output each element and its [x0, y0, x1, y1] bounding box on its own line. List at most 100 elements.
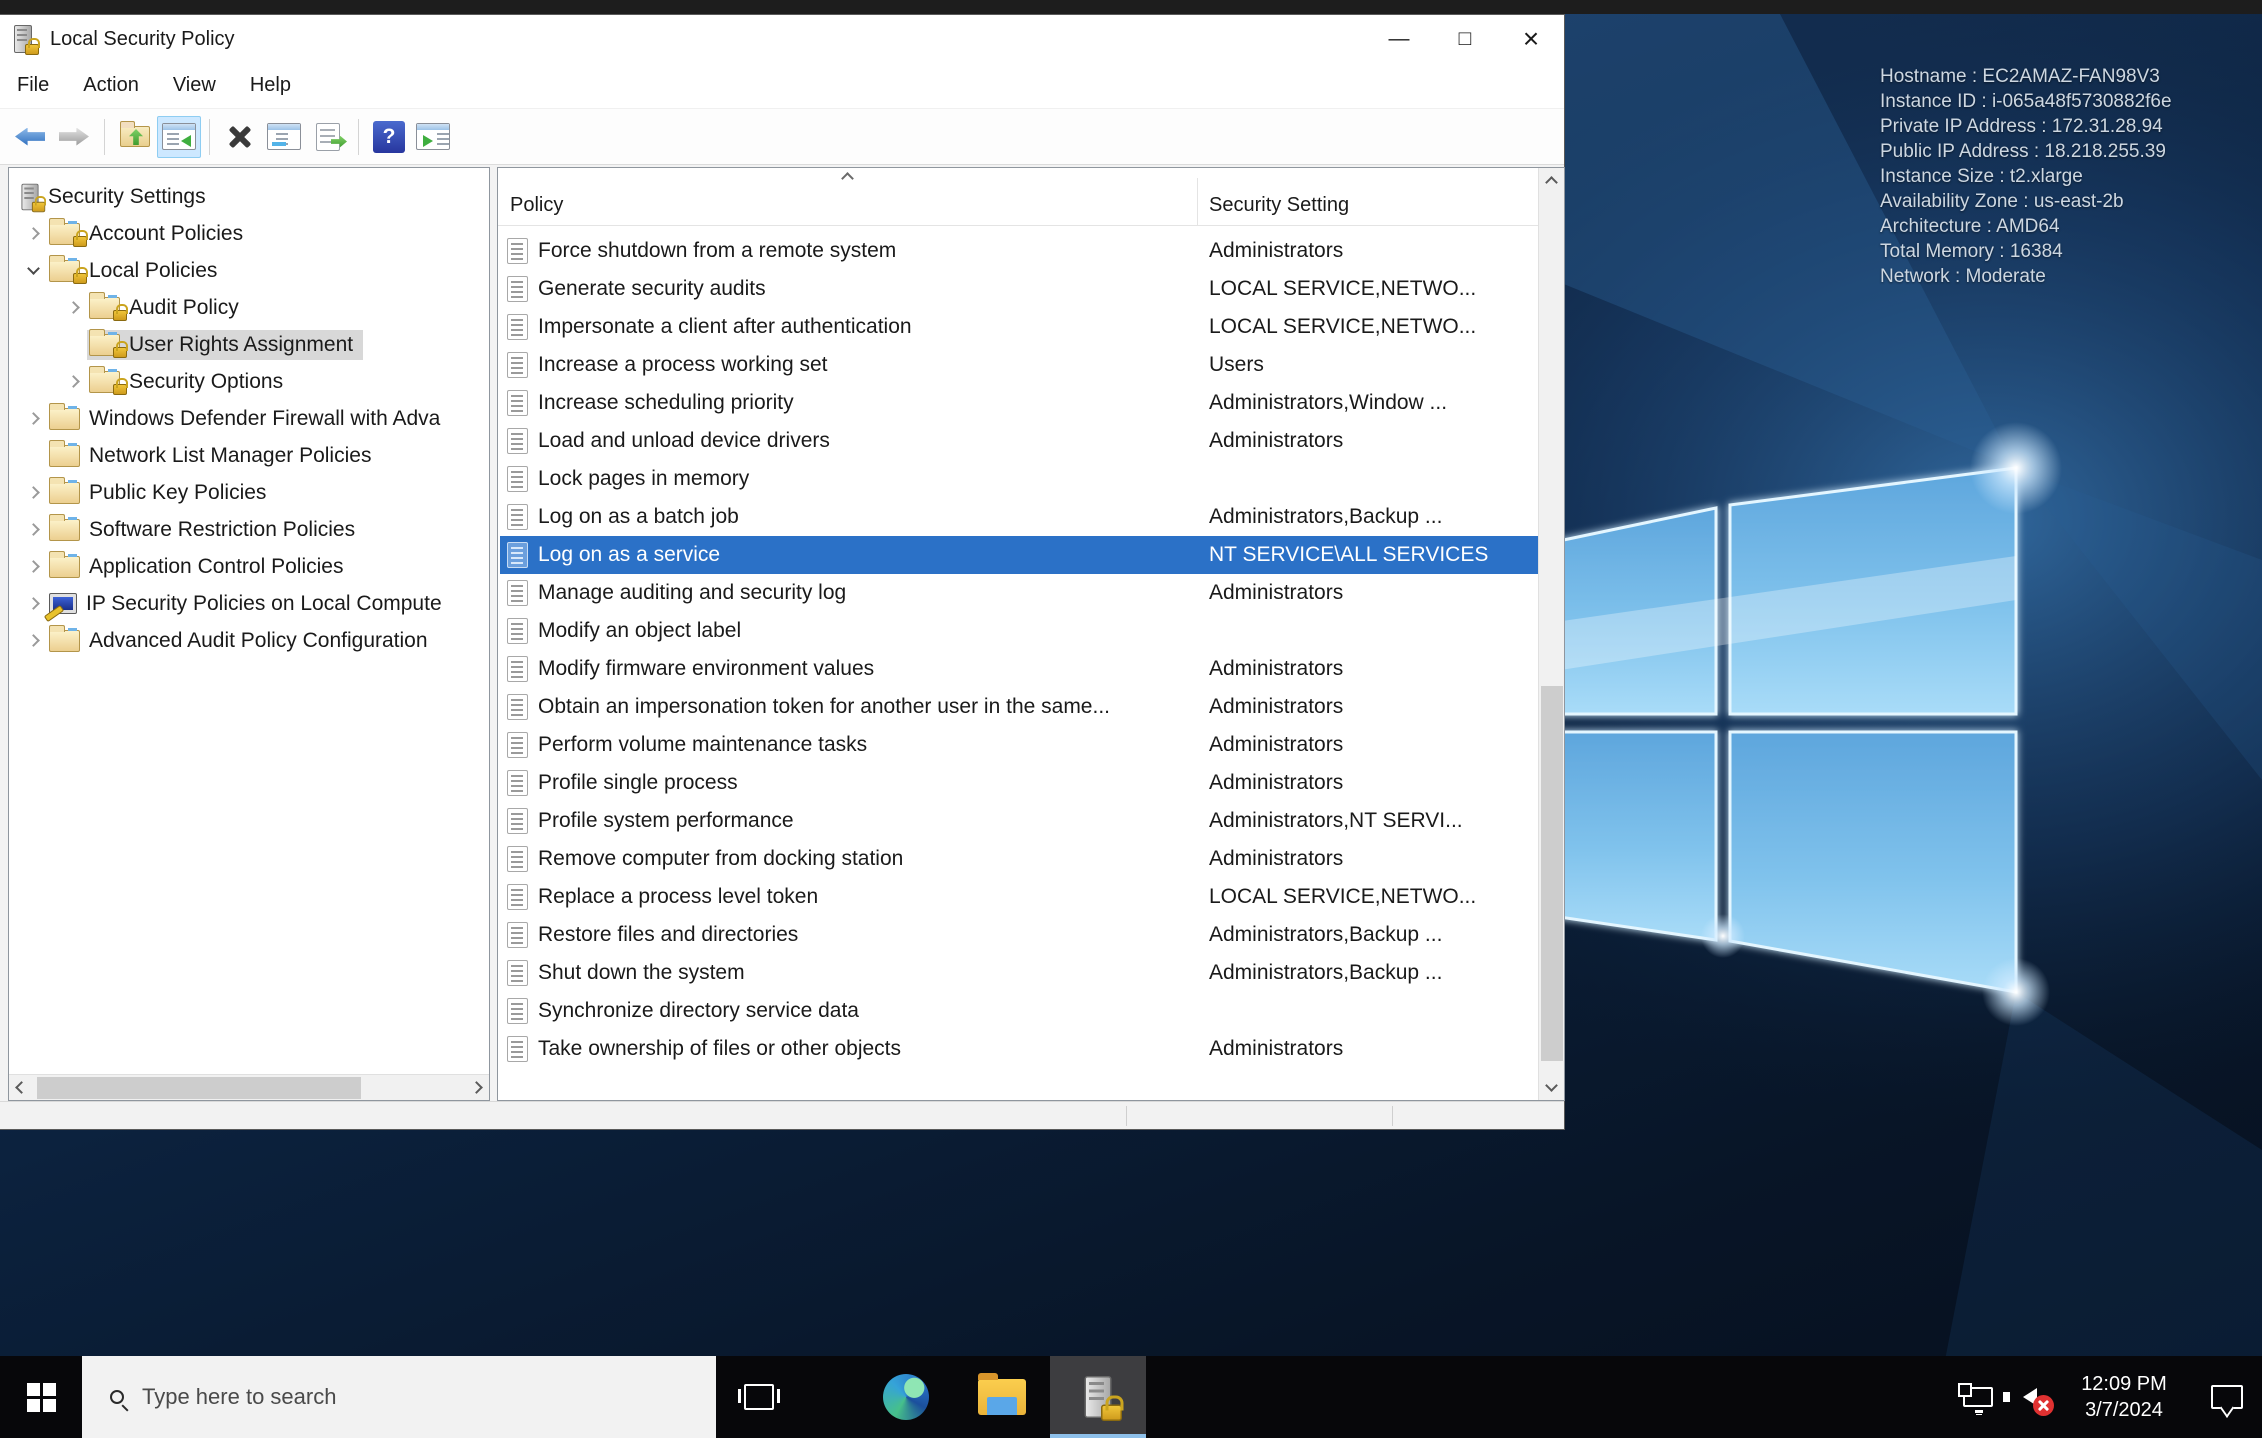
policy-row[interactable]: Load and unload device drivers Administra…	[500, 422, 1538, 460]
delete-button[interactable]	[218, 116, 262, 158]
tree-item-software-restriction-policies[interactable]: Software Restriction Policies	[9, 511, 489, 548]
chevron-right-icon[interactable]	[26, 412, 40, 425]
column-header-security-setting[interactable]: Security Setting	[1209, 194, 1349, 217]
titlebar[interactable]: Local Security Policy — □ ×	[0, 15, 1564, 63]
scroll-right-icon[interactable]	[470, 1081, 483, 1094]
tree-item-user-rights-assignment[interactable]: User Rights Assignment	[9, 326, 489, 363]
toolbar: ?	[0, 109, 1564, 165]
scrollbar-thumb[interactable]	[1541, 686, 1563, 1061]
properties-button[interactable]	[262, 116, 306, 158]
chevron-right-icon[interactable]	[26, 486, 40, 499]
menu-help[interactable]: Help	[233, 74, 308, 97]
action-center-button[interactable]	[2192, 1356, 2262, 1438]
security-setting-value: Administrators	[1209, 657, 1344, 680]
show-console-tree-button[interactable]	[157, 115, 201, 158]
maximize-button[interactable]: □	[1432, 15, 1498, 63]
chevron-right-icon[interactable]	[26, 560, 40, 573]
task-view-button[interactable]	[716, 1356, 802, 1438]
tree-horizontal-scrollbar[interactable]	[9, 1074, 489, 1100]
chevron-down-icon[interactable]	[26, 262, 40, 275]
policy-row[interactable]: Perform volume maintenance tasks Administ…	[500, 726, 1538, 764]
info-architecture: Architecture : AMD64	[1880, 216, 2060, 237]
policy-row-selected[interactable]: Log on as a service NT SERVICE\ALL SERVIC…	[500, 536, 1538, 574]
policy-name: Manage auditing and security log	[538, 581, 847, 604]
folder-lock-icon	[89, 328, 128, 358]
forward-button[interactable]	[52, 116, 96, 158]
policy-icon	[507, 580, 528, 606]
minimize-button[interactable]: —	[1366, 15, 1432, 63]
menubar: File Action View Help	[0, 63, 1564, 109]
tree-item-windows-defender-firewall[interactable]: Windows Defender Firewall with Adva	[9, 400, 489, 437]
policy-row[interactable]: Remove computer from docking station Admi…	[500, 840, 1538, 878]
tree-item-account-policies[interactable]: Account Policies	[9, 215, 489, 252]
menu-action[interactable]: Action	[66, 74, 156, 97]
policy-row[interactable]: Obtain an impersonation token for anothe…	[500, 688, 1538, 726]
show-action-pane-button[interactable]	[411, 116, 455, 158]
policy-row[interactable]: Modify an object label	[500, 612, 1538, 650]
chevron-right-icon[interactable]	[26, 523, 40, 536]
scroll-left-icon[interactable]	[15, 1081, 28, 1094]
policy-row[interactable]: Increase a process working set Users	[500, 346, 1538, 384]
network-tray-button[interactable]	[1952, 1356, 2004, 1438]
policy-row[interactable]: Increase scheduling priority Administrato…	[500, 384, 1538, 422]
tree-item-public-key-policies[interactable]: Public Key Policies	[9, 474, 489, 511]
chevron-right-icon[interactable]	[66, 301, 80, 314]
action-center-icon	[2211, 1385, 2243, 1409]
policy-icon	[507, 770, 528, 796]
menu-file[interactable]: File	[0, 74, 66, 97]
scroll-down-icon[interactable]	[1545, 1079, 1558, 1092]
policy-row[interactable]: Synchronize directory service data	[500, 992, 1538, 1030]
tree-item-security-settings[interactable]: Security Settings	[9, 178, 489, 215]
policy-row[interactable]: Replace a process level token LOCAL SERVI…	[500, 878, 1538, 916]
column-divider[interactable]	[1197, 178, 1198, 226]
policy-icon	[507, 1036, 528, 1062]
policy-icon	[507, 238, 528, 264]
start-button[interactable]	[0, 1356, 82, 1438]
policy-row[interactable]: Shut down the system Administrators,Backu…	[500, 954, 1538, 992]
tree-item-advanced-audit-policy[interactable]: Advanced Audit Policy Configuration	[9, 622, 489, 659]
tree-item-local-policies[interactable]: Local Policies	[9, 252, 489, 289]
policy-icon	[507, 846, 528, 872]
tree-item-security-options[interactable]: Security Options	[9, 363, 489, 400]
policy-row[interactable]: Impersonate a client after authenticatio…	[500, 308, 1538, 346]
security-setting-value: Administrators,NT SERVI...	[1209, 809, 1463, 832]
policy-row[interactable]: Take ownership of files or other objects…	[500, 1030, 1538, 1068]
scroll-up-icon[interactable]	[1545, 176, 1558, 189]
chevron-right-icon[interactable]	[26, 597, 40, 610]
tree-item-network-list-manager[interactable]: Network List Manager Policies	[9, 437, 489, 474]
chevron-right-icon[interactable]	[66, 375, 80, 388]
tree-item-application-control-policies[interactable]: Application Control Policies	[9, 548, 489, 585]
policy-name: Force shutdown from a remote system	[538, 239, 897, 262]
policy-row[interactable]: Lock pages in memory	[500, 460, 1538, 498]
menu-view[interactable]: View	[156, 74, 233, 97]
taskbar-edge-button[interactable]	[858, 1356, 954, 1438]
folder-icon	[49, 624, 80, 652]
policy-row[interactable]: Manage auditing and security log Administ…	[500, 574, 1538, 612]
tree-item-ip-security-policies[interactable]: IP Security Policies on Local Compute	[9, 585, 489, 622]
policy-icon	[507, 656, 528, 682]
close-button[interactable]: ×	[1498, 15, 1564, 63]
policy-row[interactable]: Generate security audits LOCAL SERVICE,NE…	[500, 270, 1538, 308]
volume-tray-button[interactable]	[2003, 1356, 2056, 1438]
scrollbar-thumb[interactable]	[37, 1077, 361, 1099]
back-button[interactable]	[8, 116, 52, 158]
up-one-level-button[interactable]	[113, 116, 157, 158]
help-button[interactable]: ?	[367, 116, 411, 158]
taskbar-clock[interactable]: 12:09 PM 3/7/2024	[2056, 1356, 2192, 1438]
taskbar-file-explorer-button[interactable]	[954, 1356, 1050, 1438]
taskbar-local-security-policy-button[interactable]	[1050, 1356, 1146, 1438]
policy-row[interactable]: Force shutdown from a remote system Admin…	[500, 232, 1538, 270]
policy-row[interactable]: Log on as a batch job Administrators,Back…	[500, 498, 1538, 536]
chevron-right-icon[interactable]	[26, 634, 40, 647]
list-vertical-scrollbar[interactable]	[1538, 168, 1564, 1100]
taskbar-search-input[interactable]: Type here to search	[82, 1356, 716, 1438]
policy-row[interactable]: Restore files and directories Administrat…	[500, 916, 1538, 954]
policy-row[interactable]: Profile system performance Administrators…	[500, 802, 1538, 840]
chevron-right-icon[interactable]	[26, 227, 40, 240]
column-header-policy[interactable]: Policy	[510, 194, 563, 217]
policy-row[interactable]: Modify firmware environment values Admini…	[500, 650, 1538, 688]
policy-row[interactable]: Profile single process Administrators	[500, 764, 1538, 802]
tree-item-audit-policy[interactable]: Audit Policy	[9, 289, 489, 326]
security-setting-value: Administrators	[1209, 1037, 1344, 1060]
export-list-button[interactable]	[306, 116, 350, 158]
